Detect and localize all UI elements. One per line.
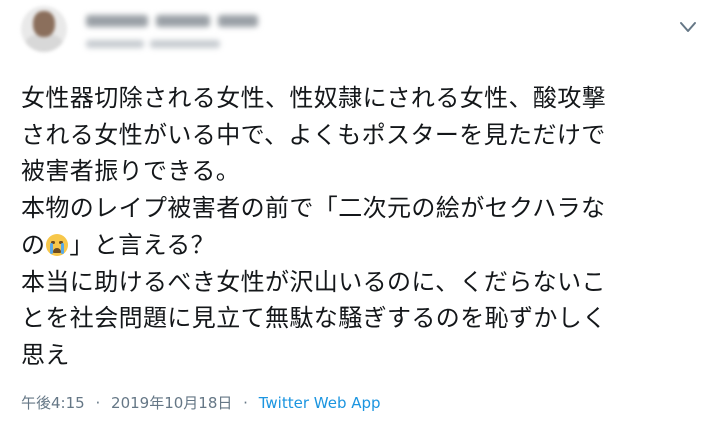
tweet-text: 女性器切除される女性、性奴隷にされる女性、酸攻撃 される女性がいる中で、よくもポ… — [21, 80, 701, 374]
tweet-text-fragment: 」と言える？ — [69, 230, 216, 259]
tweet-text-line-with-emoji: の」と言える？ — [21, 227, 701, 264]
meta-separator: · — [243, 394, 248, 412]
username-blurred[interactable] — [86, 36, 236, 52]
tweet-metadata: 午後4:15 · 2019年10月18日 · Twitter Web App — [21, 392, 381, 413]
tweet-timestamp[interactable]: 午後4:15 — [21, 394, 85, 412]
tweet-text-line: とを社会問題に見立て無駄な騒ぎするのを恥ずかしく — [21, 304, 607, 333]
tweet-text-line: 被害者振りできる。 — [21, 157, 241, 186]
chevron-down-icon[interactable] — [679, 19, 697, 33]
tweet-card: 女性器切除される女性、性奴隷にされる女性、酸攻撃 される女性がいる中で、よくもポ… — [0, 0, 714, 429]
tweet-source-link[interactable]: Twitter Web App — [259, 394, 381, 412]
tweet-text-line: 女性器切除される女性、性奴隷にされる女性、酸攻撃 — [21, 84, 607, 112]
tweet-text-fragment: の — [21, 230, 46, 259]
display-name-blurred[interactable] — [86, 10, 266, 32]
tweet-text-line: される女性がいる中で、よくもポスターを見ただけで — [21, 120, 606, 149]
tweet-date[interactable]: 2019年10月18日 — [111, 394, 232, 412]
tweet-text-line: 本当に助けるべき女性が沢山いるのに、くだらないこ — [21, 267, 606, 296]
avatar[interactable] — [21, 6, 67, 52]
tweet-text-line: 思え — [21, 340, 70, 369]
loudly-crying-face-icon — [46, 233, 69, 256]
avatar-face-shape — [33, 11, 55, 37]
tweet-text-line: 本物のレイプ被害者の前で「二次元の絵がセクハラな — [21, 194, 606, 223]
meta-separator: · — [95, 394, 101, 412]
